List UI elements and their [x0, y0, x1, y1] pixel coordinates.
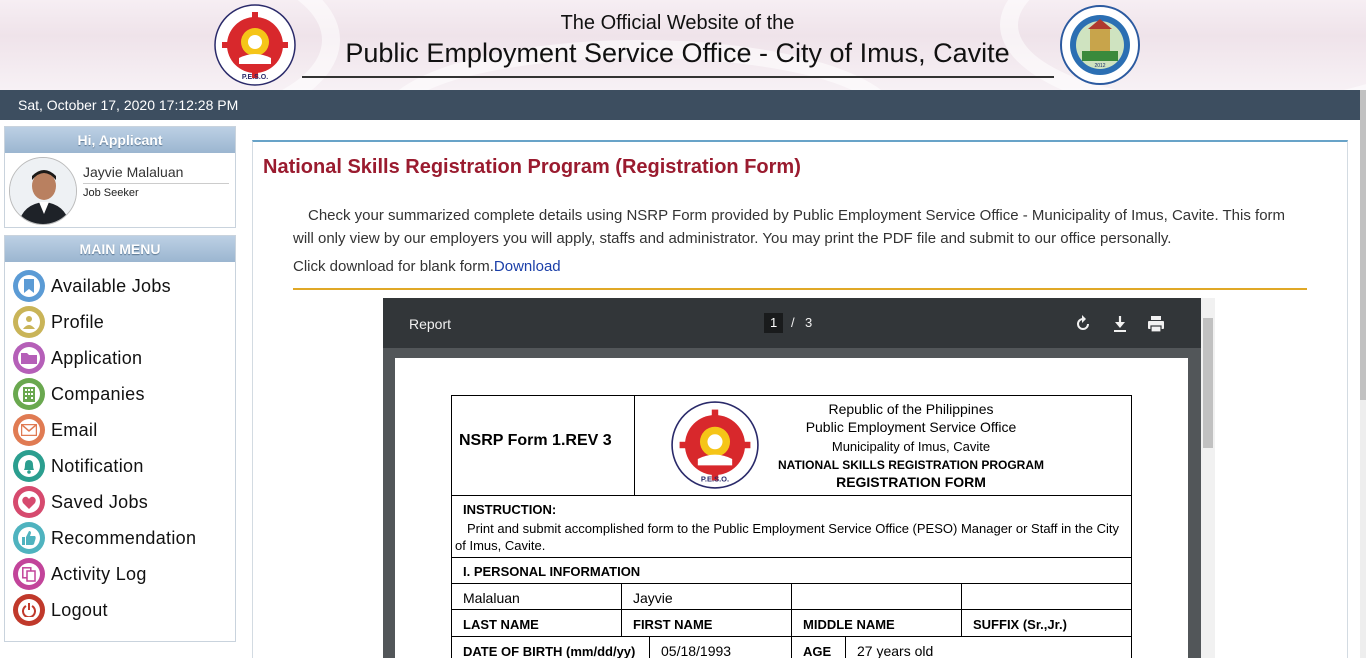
divider	[83, 183, 229, 184]
pdf-toolbar: Report 1 / 3	[383, 298, 1215, 348]
menu-item-label: Activity Log	[51, 564, 147, 584]
menu-item-label: Application	[51, 348, 143, 368]
first-name-value: Jayvie	[633, 590, 673, 606]
svg-text:P.E.S.O.: P.E.S.O.	[701, 474, 729, 483]
section-heading: I. PERSONAL INFORMATION	[463, 564, 641, 579]
menu-item-label: Notification	[51, 456, 144, 476]
pdf-scrollbar[interactable]	[1201, 298, 1215, 658]
datetime-bar: Sat, October 17, 2020 17:12:28 PM	[0, 90, 1360, 120]
last-name-value: Malaluan	[463, 590, 520, 606]
peso-logo: P.E.S.O.	[671, 401, 759, 489]
user-name: Jayvie Malaluan	[83, 164, 184, 180]
svg-text:2012: 2012	[1094, 63, 1105, 69]
form-code: NSRP Form 1.REV 3	[459, 432, 612, 449]
download-line: Click download for blank form.Download	[293, 258, 561, 275]
main-menu-panel: MAIN MENU Available Jobs Profile Applica…	[4, 235, 236, 642]
divider	[791, 636, 792, 658]
form-title: REGISTRATION FORM	[836, 474, 986, 490]
menu-item-application[interactable]: Application	[5, 340, 235, 376]
avatar[interactable]	[9, 157, 77, 225]
download-icon[interactable]	[1109, 313, 1131, 335]
download-prefix: Click download for blank form.	[293, 258, 494, 275]
copy-icon	[13, 558, 45, 590]
program-name: NATIONAL SKILLS REGISTRATION PROGRAM	[778, 458, 1044, 472]
page-title: National Skills Registration Program (Re…	[263, 156, 801, 178]
main-menu-list: Available Jobs Profile Application Compa…	[5, 268, 235, 628]
agency-line-3: Municipality of Imus, Cavite	[831, 439, 991, 454]
menu-item-label: Companies	[51, 384, 145, 404]
divider	[649, 636, 650, 658]
heart-icon	[13, 486, 45, 518]
page-description: Check your summarized complete details u…	[293, 207, 1286, 247]
main-menu-heading: MAIN MENU	[5, 236, 235, 262]
rotate-icon[interactable]	[1072, 313, 1094, 335]
user-panel-heading: Hi, Applicant	[5, 127, 235, 153]
menu-item-label: Recommendation	[51, 528, 197, 548]
pdf-title: Report	[409, 316, 452, 332]
header-title: Public Employment Service Office - City …	[345, 38, 1010, 68]
envelope-icon	[13, 414, 45, 446]
middle-name-label: MIDDLE NAME	[803, 617, 895, 632]
bell-icon	[13, 450, 45, 482]
age-value: 27 years old	[857, 643, 934, 658]
menu-item-label: Saved Jobs	[51, 492, 149, 512]
user-photo	[10, 158, 76, 224]
pdf-page-separator: /	[791, 315, 795, 330]
age-label: AGE	[803, 644, 832, 658]
user-panel: Hi, Applicant Jayvie Malaluan Job Seeker	[4, 126, 236, 228]
site-header: P.E.S.O. The Official Website of the Pub…	[0, 0, 1366, 90]
menu-item-label: Profile	[51, 312, 105, 332]
user-role: Job Seeker	[83, 187, 139, 199]
divider	[845, 636, 846, 658]
suffix-label: SUFFIX (Sr.,Jr.)	[973, 617, 1067, 632]
peso-logo[interactable]: P.E.S.O.	[214, 4, 296, 86]
menu-item-activity-log[interactable]: Activity Log	[5, 556, 235, 592]
bookmark-icon	[13, 270, 45, 302]
pdf-total-pages: 3	[805, 315, 813, 330]
user-icon	[13, 306, 45, 338]
header-subtitle: The Official Website of the	[560, 12, 795, 34]
menu-item-label: Logout	[51, 600, 108, 620]
dob-label: DATE OF BIRTH (mm/dd/yy)	[463, 644, 636, 658]
svg-text:P.E.S.O.: P.E.S.O.	[242, 74, 268, 81]
pdf-viewer[interactable]: Report 1 / 3 NSRP Form 1.REV 3 P.E.S.O. …	[383, 298, 1215, 658]
menu-item-notification[interactable]: Notification	[5, 448, 235, 484]
menu-item-companies[interactable]: Companies	[5, 376, 235, 412]
folder-icon	[13, 342, 45, 374]
page-scrollbar[interactable]	[1360, 90, 1366, 658]
building-icon	[13, 378, 45, 410]
divider	[293, 288, 1307, 290]
thumbs-up-icon	[13, 522, 45, 554]
pdf-page: NSRP Form 1.REV 3 P.E.S.O. Republic of t…	[395, 358, 1188, 658]
menu-item-available-jobs[interactable]: Available Jobs	[5, 268, 235, 304]
menu-item-logout[interactable]: Logout	[5, 592, 235, 628]
first-name-label: FIRST NAME	[633, 617, 713, 632]
pdf-page-input[interactable]: 1	[764, 313, 784, 333]
page-scrollbar-thumb[interactable]	[1360, 90, 1366, 400]
header-underline	[302, 76, 1054, 78]
menu-item-label: Available Jobs	[51, 276, 171, 296]
current-datetime: Sat, October 17, 2020 17:12:28 PM	[18, 97, 239, 113]
imus-seal-logo[interactable]: 2012	[1060, 5, 1140, 85]
menu-item-recommendation[interactable]: Recommendation	[5, 520, 235, 556]
instruction-text: Print and submit accomplished form to th…	[455, 521, 1119, 553]
agency-line-1: Republic of the Philippines	[828, 401, 994, 417]
divider	[634, 395, 635, 496]
last-name-label: LAST NAME	[463, 617, 539, 632]
download-link[interactable]: Download	[494, 258, 561, 275]
menu-item-email[interactable]: Email	[5, 412, 235, 448]
print-icon[interactable]	[1145, 313, 1167, 335]
menu-item-label: Email	[51, 420, 98, 440]
instruction-heading: INSTRUCTION:	[463, 502, 557, 517]
power-icon	[13, 594, 45, 626]
menu-item-saved-jobs[interactable]: Saved Jobs	[5, 484, 235, 520]
agency-line-2: Public Employment Service Office	[805, 419, 1017, 435]
menu-item-profile[interactable]: Profile	[5, 304, 235, 340]
dob-value: 05/18/1993	[661, 643, 732, 658]
pdf-scrollbar-thumb[interactable]	[1203, 318, 1213, 448]
